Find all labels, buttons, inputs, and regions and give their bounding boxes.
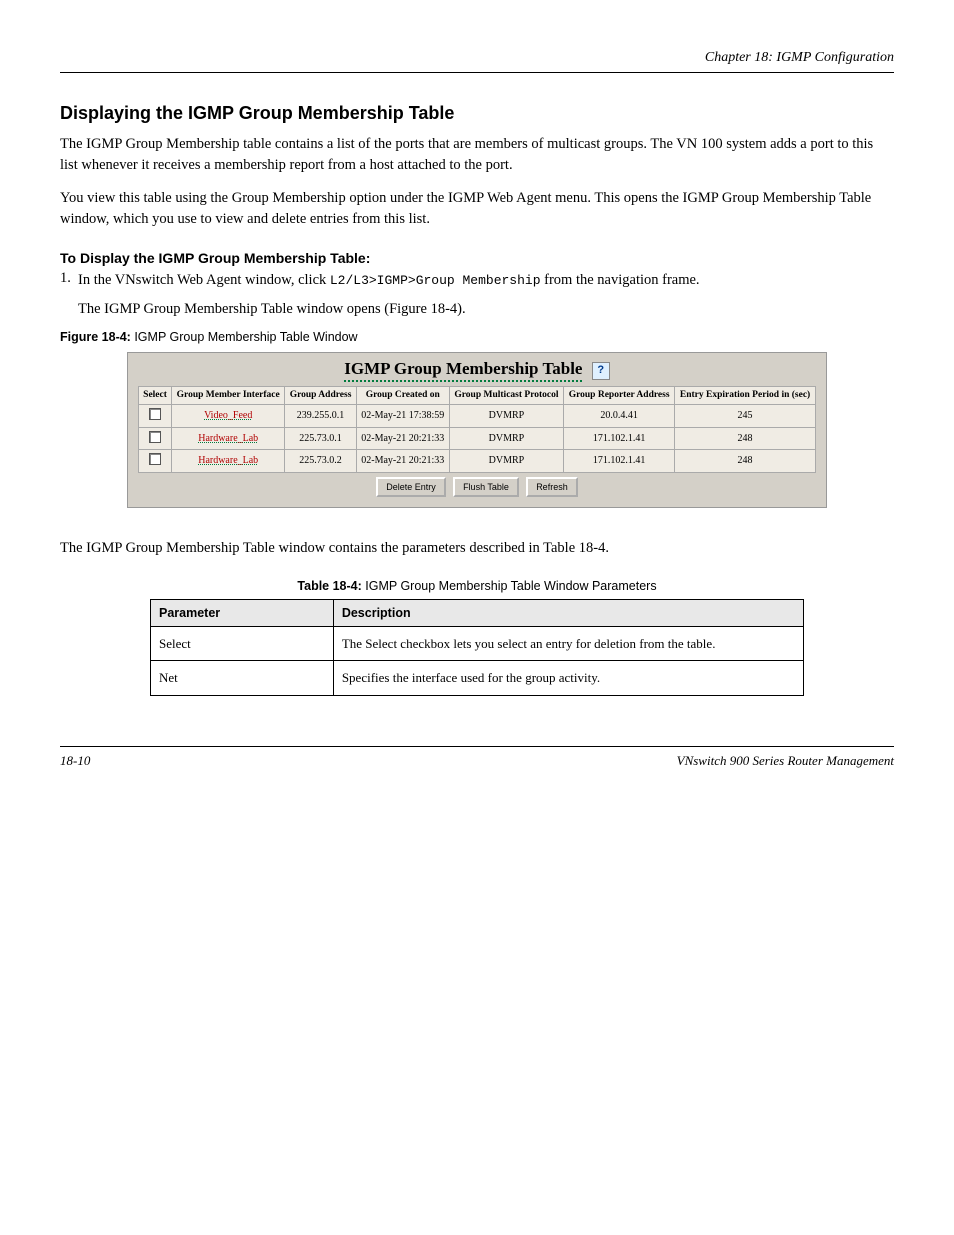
chapter-heading: Chapter 18: IGMP Configuration [60,50,894,66]
procedure-heading: To Display the IGMP Group Membership Tab… [60,250,894,266]
cell-addr: 239.255.0.1 [285,405,355,427]
parameters-table: Parameter Description Select The Select … [150,599,804,696]
select-checkbox[interactable] [149,408,161,420]
step-number: 1. [60,270,78,287]
col-select: Select [139,387,171,404]
col-expiration: Entry Expiration Period in (sec) [675,387,815,404]
cell-addr: 225.73.0.2 [285,450,355,472]
menu-path: L2/L3>IGMP>Group Membership [330,273,541,288]
cell-exp: 248 [675,428,815,450]
top-rule [60,72,894,73]
cell-addr: 225.73.0.1 [285,428,355,450]
table-row: Hardware_Lab 225.73.0.2 02-May-21 20:21:… [139,450,815,472]
desc-head-description: Description [333,599,803,626]
cell-proto: DVMRP [450,428,563,450]
table-caption: Table 18-4: IGMP Group Membership Table … [150,579,804,593]
step-text: In the VNswitch Web Agent window, click … [78,270,700,291]
cell-created: 02-May-21 17:38:59 [357,405,449,427]
cell-proto: DVMRP [450,450,563,472]
col-protocol: Group Multicast Protocol [450,387,563,404]
col-group-address: Group Address [285,387,355,404]
cell-proto: DVMRP [450,405,563,427]
interface-link[interactable]: Hardware_Lab [198,455,258,466]
param-name: Net [151,661,334,696]
footer-title: VNswitch 900 Series Router Management [677,753,894,769]
membership-table: Select Group Member Interface Group Addr… [138,386,816,472]
cell-reporter: 171.102.1.41 [564,428,674,450]
select-checkbox[interactable] [149,453,161,465]
desc-head-parameter: Parameter [151,599,334,626]
paragraph-3: The IGMP Group Membership Table window c… [60,538,894,559]
param-desc: Specifies the interface used for the gro… [333,661,803,696]
select-checkbox[interactable] [149,431,161,443]
cell-created: 02-May-21 20:21:33 [357,428,449,450]
figure-caption: Figure 18-4: IGMP Group Membership Table… [60,330,894,344]
refresh-button[interactable]: Refresh [526,477,578,497]
table-row: Net Specifies the interface used for the… [151,661,804,696]
cell-exp: 248 [675,450,815,472]
page-number: 18-10 [60,753,90,769]
table-row: Video_Feed 239.255.0.1 02-May-21 17:38:5… [139,405,815,427]
paragraph-2: You view this table using the Group Memb… [60,188,894,230]
help-icon[interactable]: ? [592,362,610,380]
cell-reporter: 171.102.1.41 [564,450,674,472]
step-result: The IGMP Group Membership Table window o… [78,299,894,320]
cell-exp: 245 [675,405,815,427]
table-row: Hardware_Lab 225.73.0.1 02-May-21 20:21:… [139,428,815,450]
flush-table-button[interactable]: Flush Table [453,477,519,497]
table-row: Select The Select checkbox lets you sele… [151,626,804,661]
col-created: Group Created on [357,387,449,404]
interface-link[interactable]: Hardware_Lab [198,433,258,444]
interface-link[interactable]: Video_Feed [204,410,252,421]
table-header-row: Select Group Member Interface Group Addr… [139,387,815,404]
param-name: Select [151,626,334,661]
screenshot-title: IGMP Group Membership Table [344,359,582,382]
screenshot-frame: IGMP Group Membership Table ? Select Gro… [127,352,827,507]
param-desc: The Select checkbox lets you select an e… [333,626,803,661]
col-reporter: Group Reporter Address [564,387,674,404]
section-title: Displaying the IGMP Group Membership Tab… [60,103,894,124]
delete-entry-button[interactable]: Delete Entry [376,477,446,497]
cell-created: 02-May-21 20:21:33 [357,450,449,472]
col-interface: Group Member Interface [172,387,284,404]
footer-rule [60,746,894,747]
cell-reporter: 20.0.4.41 [564,405,674,427]
paragraph-1: The IGMP Group Membership table contains… [60,134,894,176]
